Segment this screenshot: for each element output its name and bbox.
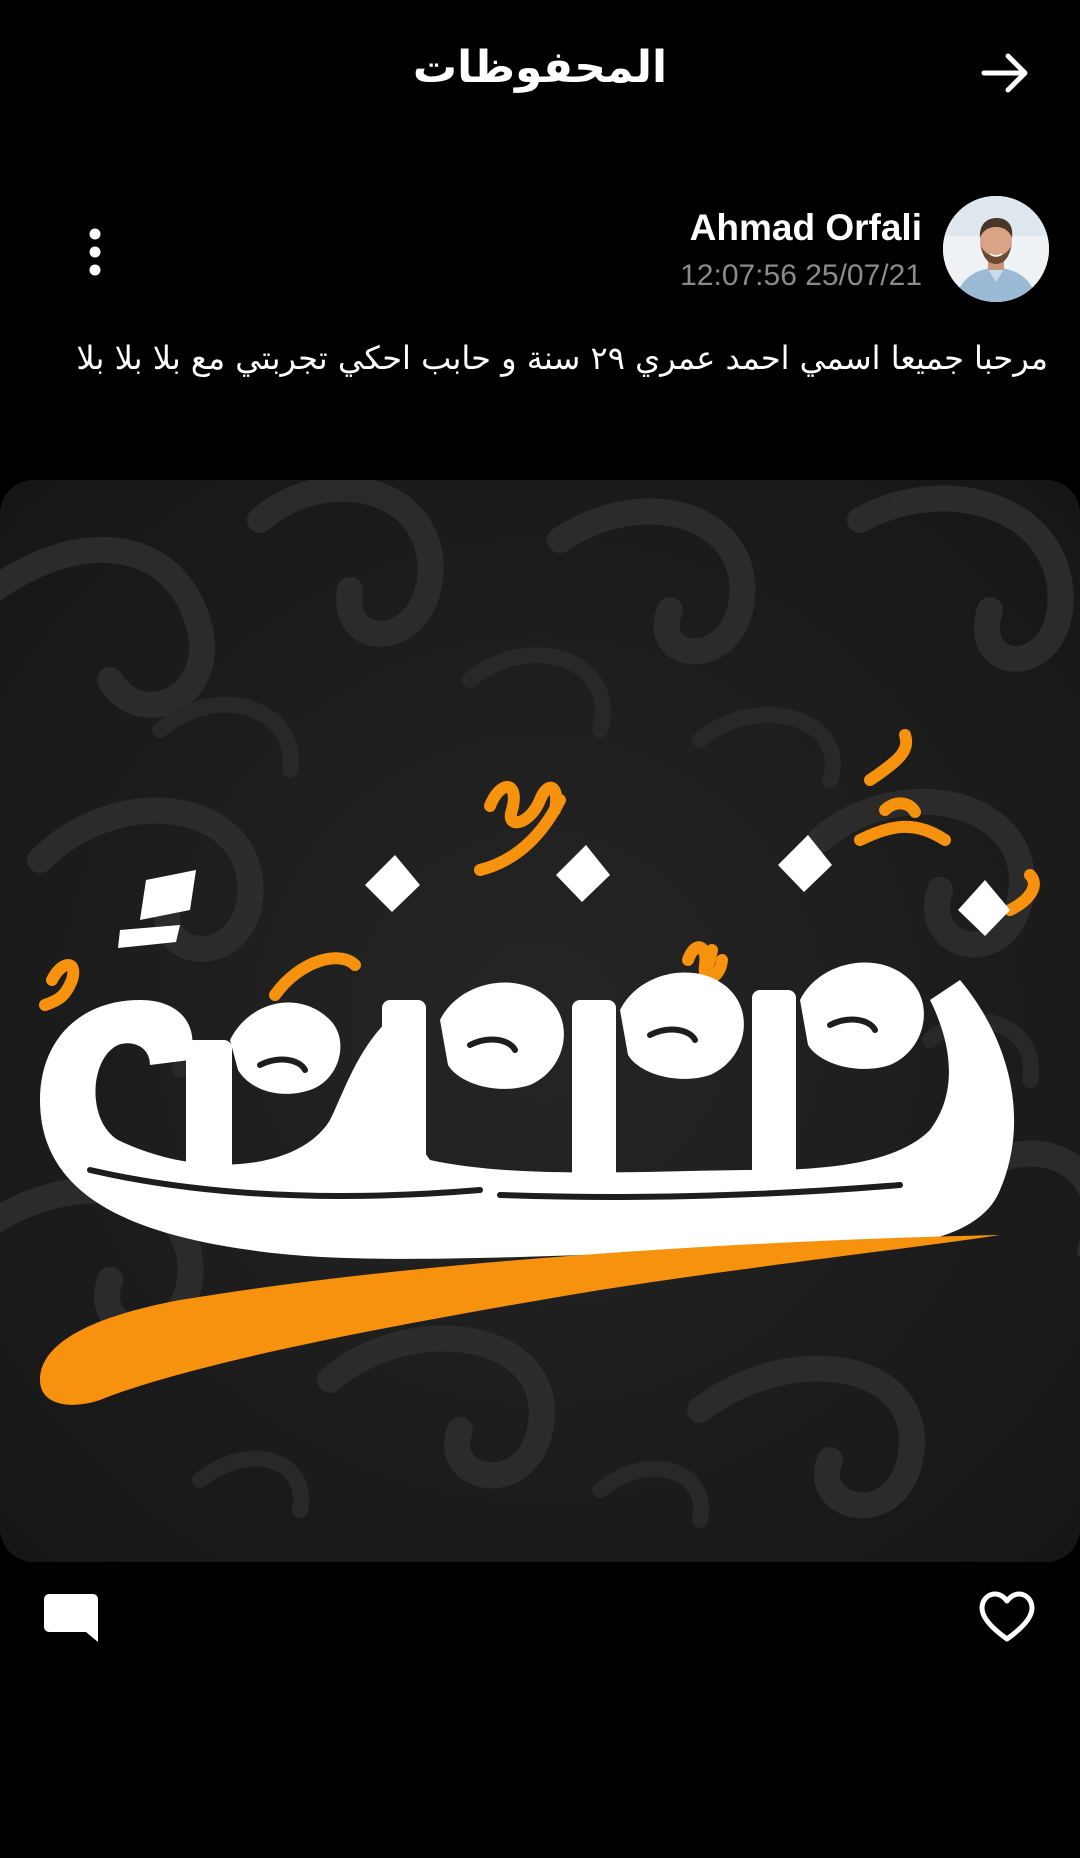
heart-icon [979,1591,1035,1642]
top-bar: المحفوظات [0,0,1080,140]
more-vertical-icon [89,228,101,276]
avatar[interactable] [943,196,1049,302]
author-name[interactable]: Ahmad Orfali [690,206,922,250]
post-body-text: مرحبا جميعا اسمي احمد عمري ٢٩ سنة و حابب… [76,339,1048,377]
comment-button[interactable] [42,1590,100,1646]
like-button[interactable] [978,1590,1036,1644]
arrow-right-icon [981,53,1028,93]
page-title: المحفوظات [412,42,668,93]
comment-icon [44,1594,98,1642]
more-options-button[interactable] [78,226,112,278]
back-button[interactable] [978,46,1032,100]
post-image-artwork [0,480,1080,1562]
post-timestamp: 12:07:56 25/07/21 [680,259,922,292]
post-header: Ahmad Orfali 12:07:56 25/07/21 [0,196,1080,308]
author-photo [943,196,1049,302]
post-image[interactable] [0,480,1080,1562]
